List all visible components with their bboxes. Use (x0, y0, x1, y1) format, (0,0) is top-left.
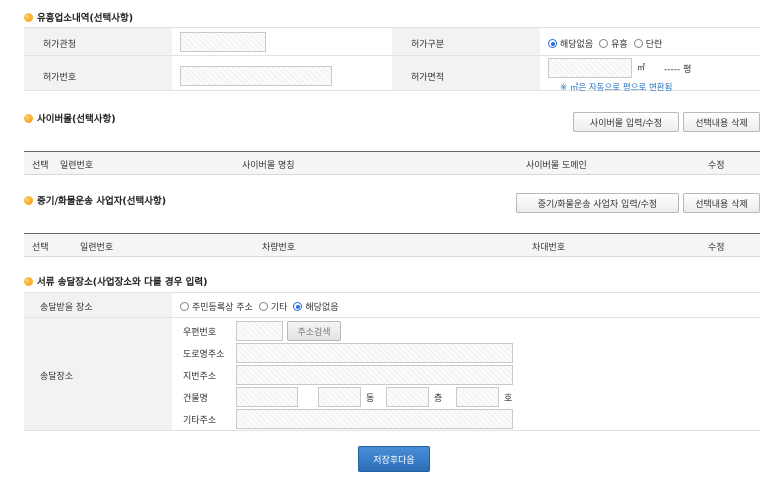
permit-type-option-none[interactable]: 해당없음 (548, 37, 593, 50)
permit-number-input[interactable] (180, 66, 332, 86)
divider (24, 55, 760, 56)
building-label: 건물명 (183, 394, 208, 404)
ho-unit: 호 (504, 394, 513, 404)
ho-input[interactable] (456, 387, 499, 407)
cyber-mall-edit-button[interactable]: 사이버몰 입력/수정 (573, 112, 679, 132)
radio-selected-icon[interactable] (293, 302, 303, 311)
section-title-business: 유흥업소내역(선택사항) (24, 10, 133, 24)
receive-option-other[interactable]: 기타 (258, 300, 288, 313)
col-edit: 수정 (708, 161, 725, 171)
option-label: 기타 (270, 303, 288, 313)
option-label: 주민등록상 주소 (192, 303, 253, 313)
permit-type-option-entertainment[interactable]: 유흥 (599, 37, 628, 50)
receive-option-resident[interactable]: 주민등록상 주소 (180, 300, 253, 313)
permit-number-label: 허가번호 (43, 73, 77, 83)
bullet-icon (24, 113, 33, 123)
dong-input[interactable] (318, 387, 361, 407)
save-next-button[interactable]: 저장후다음 (358, 446, 430, 472)
radio-selected-icon[interactable] (548, 39, 557, 48)
permit-office-label: 허가관청 (43, 40, 77, 50)
road-address-input[interactable] (236, 343, 513, 363)
floor-unit: 층 (434, 394, 443, 404)
section-title-text: 서류 송달장소(사업장소와 다를 경우 입력) (37, 277, 208, 288)
lot-address-label: 지번주소 (183, 372, 217, 382)
section-title-delivery: 서류 송달장소(사업장소와 다를 경우 입력) (24, 274, 208, 288)
bullet-icon (24, 12, 33, 22)
heavy-equipment-table-header: 선택 일련번호 차량번호 차대번호 수정 (24, 233, 760, 257)
label-column (24, 293, 172, 430)
col-select: 선택 (32, 161, 49, 171)
col-select: 선택 (32, 243, 49, 253)
permit-office-input[interactable] (180, 32, 266, 52)
col-serial: 일련번호 (80, 243, 114, 253)
permit-area-label: 허가면적 (411, 73, 445, 83)
option-label: 해당없음 (305, 303, 339, 313)
delivery-place-label: 송달장소 (40, 372, 74, 382)
radio-icon[interactable] (180, 302, 189, 311)
zip-label: 우편번호 (183, 328, 217, 338)
option-label: 단란 (645, 40, 663, 50)
permit-type-label: 허가구분 (411, 40, 445, 50)
lot-address-input[interactable] (236, 365, 513, 385)
road-address-label: 도로명주소 (183, 350, 225, 360)
permit-type-radio-group: 해당없음 유흥 단란 (548, 37, 668, 50)
cyber-mall-delete-button[interactable]: 선택내용 삭제 (683, 112, 760, 132)
dong-unit: 동 (366, 394, 375, 404)
col-mall-domain: 사이버몰 도메인 (526, 161, 587, 171)
building-name-input[interactable] (236, 387, 298, 407)
section-title-text: 유흥업소내역(선택사항) (37, 13, 134, 24)
col-vehicle-number: 차량번호 (262, 243, 296, 253)
heavy-equipment-delete-button[interactable]: 선택내용 삭제 (683, 193, 760, 213)
section-title-text: 사이버몰(선택사항) (37, 114, 116, 125)
area-note: ※ ㎡은 자동으로 평으로 변환됨 (560, 83, 673, 93)
heavy-equipment-edit-button[interactable]: 중기/화물운송 사업자 입력/수정 (516, 193, 679, 213)
radio-icon[interactable] (633, 39, 643, 48)
radio-icon[interactable] (258, 302, 268, 311)
zip-input[interactable] (236, 321, 283, 341)
divider (24, 317, 760, 318)
col-mall-name: 사이버몰 명칭 (242, 161, 295, 171)
section-title-text: 중기/화물운송 사업자(선택사항) (37, 196, 167, 207)
col-chassis-number: 차대번호 (532, 243, 566, 253)
receive-place-label: 송달받을 장소 (40, 303, 93, 313)
other-address-label: 기타주소 (183, 416, 217, 426)
area-unit-pyeong: ----- 평 (664, 65, 692, 75)
area-unit-m2: ㎡ (637, 63, 645, 72)
option-label: 해당없음 (560, 40, 594, 50)
col-edit: 수정 (708, 243, 725, 253)
divider (24, 430, 760, 431)
receive-option-none[interactable]: 해당없음 (293, 300, 339, 313)
permit-area-input[interactable] (548, 58, 632, 78)
radio-icon[interactable] (599, 39, 609, 48)
section-title-cyber-mall: 사이버몰(선택사항) (24, 111, 116, 125)
bullet-icon (24, 195, 33, 205)
bullet-icon (24, 276, 33, 286)
receive-place-radio-group: 주민등록상 주소 기타 해당없음 (180, 300, 345, 313)
col-serial: 일련번호 (60, 161, 94, 171)
other-address-input[interactable] (236, 409, 513, 429)
section-title-heavy-equipment: 중기/화물운송 사업자(선택사항) (24, 193, 166, 207)
zip-search-button[interactable]: 주소검색 (287, 321, 341, 341)
floor-input[interactable] (386, 387, 429, 407)
permit-type-option-karaoke[interactable]: 단란 (633, 37, 663, 50)
option-label: 유흥 (611, 40, 628, 50)
cyber-mall-table-header: 선택 일련번호 사이버몰 명칭 사이버몰 도메인 수정 (24, 151, 760, 175)
